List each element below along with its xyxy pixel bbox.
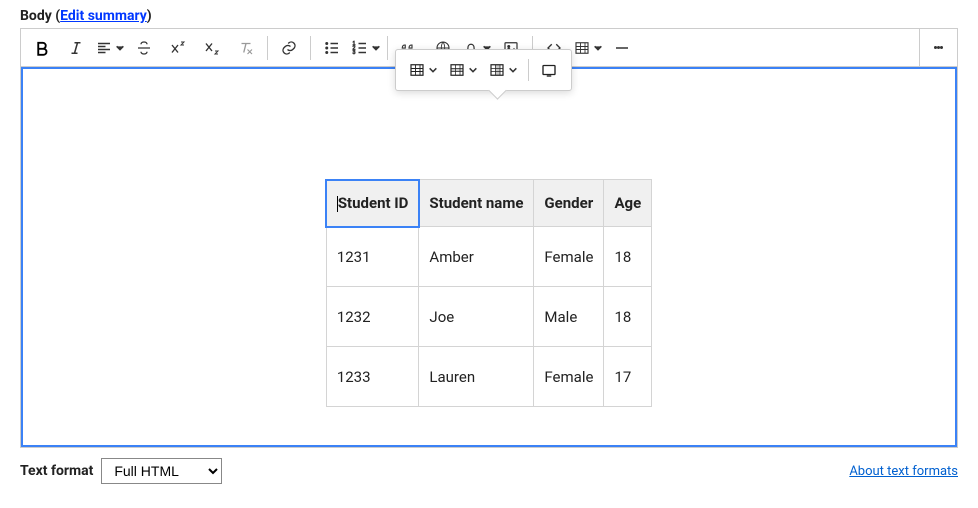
clear-format-button[interactable] — [230, 32, 262, 64]
about-formats-link[interactable]: About text formats — [849, 464, 958, 479]
bold-button[interactable] — [26, 32, 58, 64]
table-cell[interactable]: Female — [534, 347, 604, 407]
table-cell[interactable]: 1233 — [326, 347, 419, 407]
hr-button[interactable] — [606, 32, 638, 64]
table-cell[interactable]: 17 — [604, 347, 652, 407]
table-cell[interactable]: Joe — [419, 287, 534, 347]
text-format-label: Text format — [20, 463, 93, 479]
ol-button[interactable]: 123 — [350, 32, 382, 64]
table-cell[interactable]: Amber — [419, 227, 534, 287]
table-cell[interactable]: 1232 — [326, 287, 419, 347]
table-button[interactable] — [572, 32, 604, 64]
table-cell[interactable]: 18 — [604, 287, 652, 347]
align-button[interactable] — [94, 32, 126, 64]
sup-button[interactable] — [162, 32, 194, 64]
table-header-cell[interactable]: Age — [604, 180, 652, 227]
fullscreen-button[interactable] — [535, 56, 563, 84]
table-props-button[interactable] — [404, 56, 442, 84]
table-row: 1231 Amber Female 18 — [326, 227, 651, 287]
table-header-cell[interactable]: Gender — [534, 180, 604, 227]
content-table[interactable]: Student ID Student name Gender Age 1231 … — [326, 179, 652, 407]
table-cell[interactable]: 18 — [604, 227, 652, 287]
col-props-button[interactable] — [484, 56, 522, 84]
table-cell[interactable]: 1231 — [326, 227, 419, 287]
text-format-select[interactable]: Full HTML — [101, 458, 222, 484]
svg-text:3: 3 — [353, 50, 356, 56]
italic-button[interactable] — [60, 32, 92, 64]
table-header-row: Student ID Student name Gender Age — [326, 180, 651, 227]
more-button[interactable] — [919, 29, 957, 66]
sub-button[interactable] — [196, 32, 228, 64]
text-format-footer: Text format Full HTML About text formats — [20, 458, 958, 484]
editor-content-area[interactable]: Student ID Student name Gender Age 1231 … — [21, 67, 957, 447]
strike-button[interactable] — [128, 32, 160, 64]
table-context-toolbar — [395, 49, 572, 91]
table-cell[interactable]: Female — [534, 227, 604, 287]
row-props-button[interactable] — [444, 56, 482, 84]
editor-wrapper: 123 — [20, 28, 958, 448]
table-row: 1232 Joe Male 18 — [326, 287, 651, 347]
table-row: 1233 Lauren Female 17 — [326, 347, 651, 407]
table-header-cell[interactable]: Student ID — [326, 180, 419, 227]
edit-summary-link[interactable]: Edit summary — [60, 8, 147, 24]
table-cell[interactable]: Lauren — [419, 347, 534, 407]
table-cell[interactable]: Male — [534, 287, 604, 347]
body-label: Body — [20, 8, 52, 24]
table-header-cell[interactable]: Student name — [419, 180, 534, 227]
field-label: Body (Edit summary) — [20, 8, 958, 24]
ul-button[interactable] — [316, 32, 348, 64]
link-button[interactable] — [273, 32, 305, 64]
